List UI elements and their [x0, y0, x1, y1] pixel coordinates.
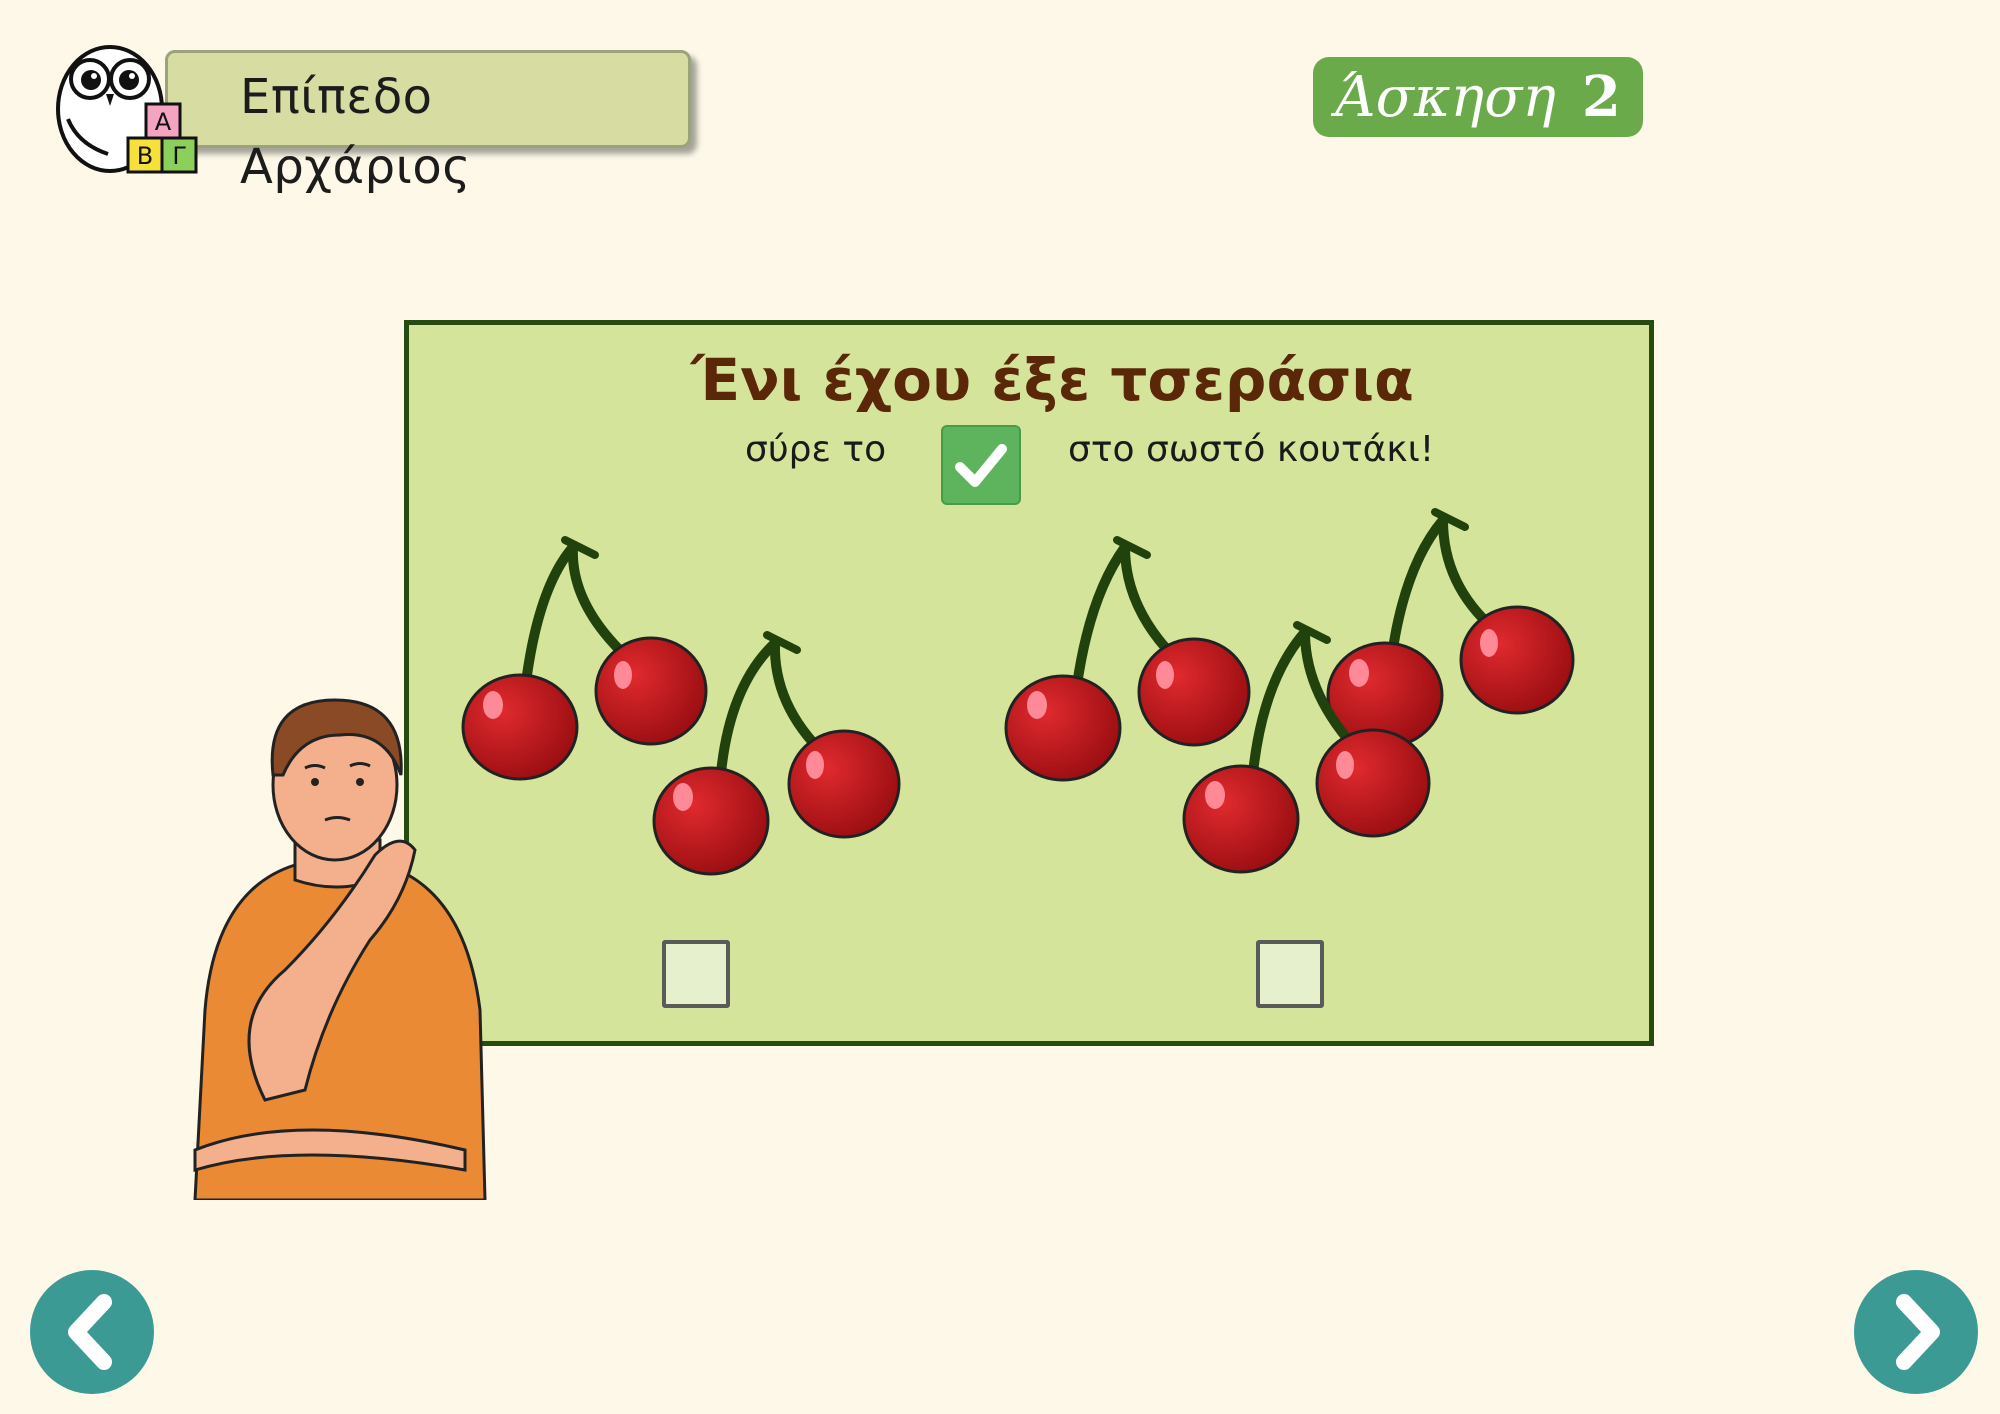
- logo-block-a: Α: [155, 108, 172, 136]
- exercise-badge: Άσκηση 2: [1313, 57, 1643, 137]
- cherry-pair-4: [1326, 508, 1575, 749]
- drop-box-right[interactable]: [1256, 940, 1324, 1008]
- question-title: Ένι έχου έξε τσεράσια: [691, 346, 1414, 414]
- cherry-group-right: [1004, 508, 1575, 874]
- chevron-left-icon: [68, 1294, 112, 1370]
- thinking-man-illustration: [193, 698, 487, 1200]
- draggable-check-mark[interactable]: [941, 425, 1021, 505]
- cherry-group-left: [461, 536, 901, 876]
- drop-box-left[interactable]: [662, 940, 730, 1008]
- cherry-pair-3: [1004, 536, 1251, 782]
- next-button[interactable]: [1854, 1270, 1978, 1394]
- chevron-right-icon: [1896, 1294, 1940, 1370]
- level-label: Επίπεδο Αρχάριος: [240, 69, 471, 195]
- instruction-text-before: σύρε το: [745, 429, 887, 470]
- owl-logo: Α Β Γ: [56, 45, 198, 174]
- instruction-text-after: στο σωστό κουτάκι!: [1068, 429, 1435, 470]
- logo-block-g: Γ: [172, 142, 186, 170]
- back-button[interactable]: [30, 1270, 154, 1394]
- exercise-number: 2: [1581, 64, 1621, 130]
- logo-block-b: Β: [137, 142, 153, 170]
- check-icon: [955, 444, 1007, 487]
- exercise-label: Άσκηση: [1335, 64, 1556, 130]
